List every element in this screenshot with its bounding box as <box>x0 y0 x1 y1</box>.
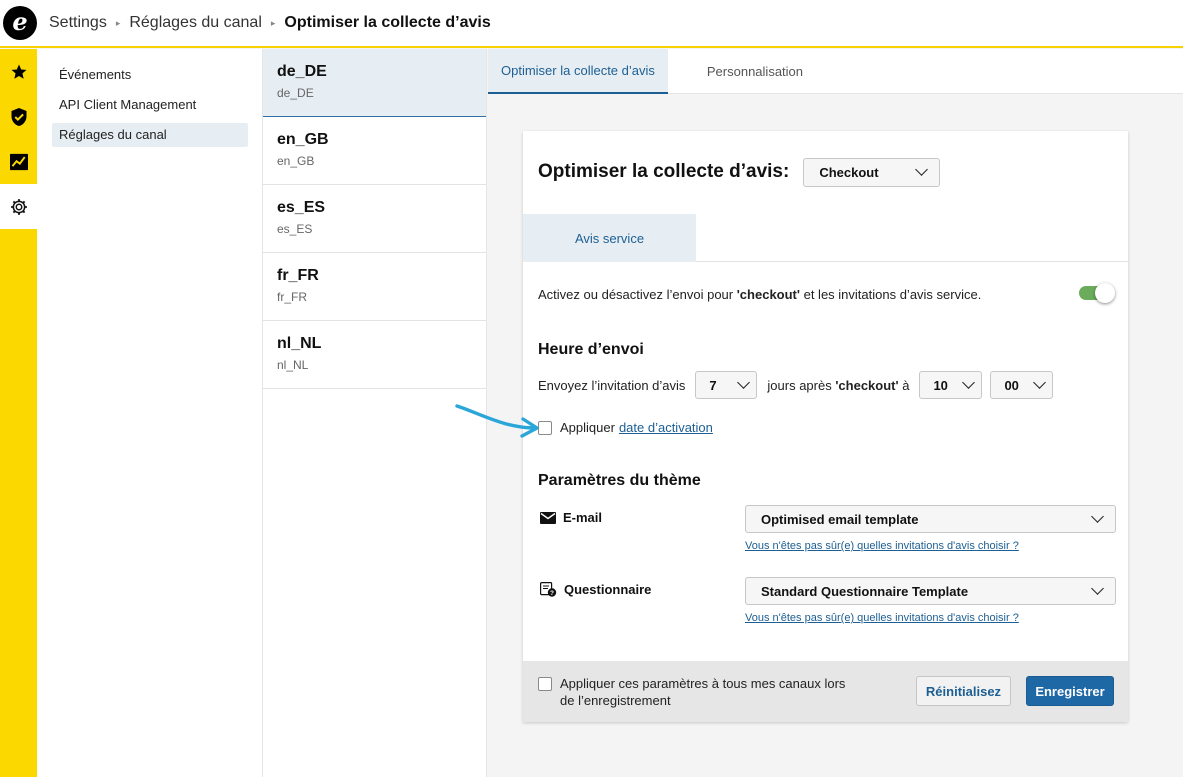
toggle-knob <box>1095 283 1115 303</box>
app-rail <box>0 49 37 777</box>
email-template-value: Optimised email template <box>761 511 919 527</box>
questionnaire-label: Questionnaire <box>564 582 652 597</box>
locale-title: nl_NL <box>277 335 322 352</box>
email-help-link[interactable]: Vous n'êtes pas sûr(e) quelles invitatio… <box>745 540 1019 552</box>
tab-service-reviews[interactable]: Avis service <box>523 214 696 262</box>
locale-title: de_DE <box>277 63 327 80</box>
send-time-title: Heure d’envoi <box>538 341 644 358</box>
rail-item-settings[interactable] <box>0 184 37 229</box>
logo[interactable]: e <box>3 6 37 40</box>
questionnaire-template-select[interactable]: Standard Questionnaire Template <box>745 577 1116 605</box>
channel-select-value: Checkout <box>819 164 879 180</box>
activation-date-link[interactable]: date d’activation <box>619 420 713 435</box>
locale-subtitle: nl_NL <box>277 358 309 372</box>
locale-title: en_GB <box>277 131 329 148</box>
breadcrumb-settings[interactable]: Settings <box>49 14 107 32</box>
apply-all-checkbox[interactable] <box>538 677 552 691</box>
card-title: Optimiser la collecte d’avis: <box>538 161 790 182</box>
channel-select[interactable]: Checkout <box>803 157 941 187</box>
days-select[interactable]: 7 <box>695 371 758 399</box>
svg-text:?: ? <box>550 590 554 597</box>
analytics-icon <box>9 153 28 170</box>
questionnaire-label-row: ? Questionnaire <box>540 582 651 597</box>
locale-item-en-gb[interactable]: en_GB en_GB <box>263 117 486 185</box>
apply-all-row: Appliquer ces paramètres à tous mes cana… <box>538 675 860 709</box>
send-prefix: Envoyez l’invitation d’avis <box>538 377 686 393</box>
rail-item-shield[interactable] <box>0 94 37 139</box>
rail-item-analytics[interactable] <box>0 139 37 184</box>
minute-select-value: 00 <box>1004 377 1019 393</box>
star-icon <box>11 64 26 79</box>
send-middle: jours après 'checkout' à <box>767 377 910 393</box>
minute-select[interactable]: 00 <box>990 371 1054 399</box>
reset-button[interactable]: Réinitialisez <box>916 676 1011 706</box>
locale-title: fr_FR <box>277 267 319 284</box>
locale-item-es-es[interactable]: es_ES es_ES <box>263 185 486 253</box>
tab-personalization[interactable]: Personnalisation <box>694 49 816 94</box>
gear-icon <box>10 198 27 215</box>
toggle-description: Activez ou désactivez l’envoi pour 'chec… <box>538 287 982 302</box>
top-header: e Settings ▸ Réglages du canal ▸ Optimis… <box>0 0 1183 48</box>
send-time-row: Envoyez l’invitation d’avis 7 jours aprè… <box>538 371 1063 399</box>
page-title: Optimiser la collecte d’avis <box>284 14 491 31</box>
locale-subtitle: fr_FR <box>277 290 307 304</box>
theme-settings-title: Paramètres du thème <box>538 472 701 489</box>
service-reviews-toggle[interactable] <box>1079 283 1115 303</box>
chevron-down-icon <box>1091 510 1104 523</box>
questionnaire-icon: ? <box>540 582 557 597</box>
subnav-item-channel-settings[interactable]: Réglages du canal <box>52 123 248 147</box>
card-footer: Appliquer ces paramètres à tous mes cana… <box>523 661 1128 722</box>
locale-item-de-de[interactable]: de_DE de_DE <box>263 49 486 117</box>
annotation-arrow-icon <box>455 404 539 438</box>
apply-all-label: Appliquer ces paramètres à tous mes cana… <box>560 676 846 708</box>
save-button[interactable]: Enregistrer <box>1026 676 1114 706</box>
breadcrumb-separator-icon: ▸ <box>115 17 121 28</box>
settings-card: Optimiser la collecte d’avis: Checkout A… <box>523 131 1128 722</box>
hour-select-value: 10 <box>933 377 948 393</box>
questionnaire-template-value: Standard Questionnaire Template <box>761 583 969 599</box>
subnav-item-api-client[interactable]: API Client Management <box>52 93 248 117</box>
hour-select[interactable]: 10 <box>919 371 983 399</box>
main-content: Optimiser la collecte d’avis Personnalis… <box>488 49 1183 777</box>
breadcrumb-channel-settings[interactable]: Réglages du canal <box>129 14 262 32</box>
locale-item-nl-nl[interactable]: nl_NL nl_NL <box>263 321 486 389</box>
locale-title: es_ES <box>277 199 326 216</box>
days-select-value: 7 <box>709 377 717 393</box>
locale-item-fr-fr[interactable]: fr_FR fr_FR <box>263 253 486 321</box>
chevron-down-icon <box>962 376 976 389</box>
locale-subtitle: en_GB <box>277 154 315 168</box>
breadcrumb-separator-icon: ▸ <box>270 17 276 28</box>
locale-subtitle: de_DE <box>277 86 314 100</box>
chevron-down-icon <box>1033 376 1047 389</box>
inner-tab-bar: Avis service <box>523 214 1128 262</box>
questionnaire-help-link[interactable]: Vous n'êtes pas sûr(e) quelles invitatio… <box>745 612 1019 624</box>
apply-label: Appliquer <box>560 420 615 435</box>
chevron-down-icon <box>915 163 929 176</box>
chevron-down-icon <box>1091 582 1104 595</box>
top-tabs: Optimiser la collecte d’avis Personnalis… <box>488 49 1183 94</box>
shield-check-icon <box>11 107 26 126</box>
email-template-select[interactable]: Optimised email template <box>745 505 1116 533</box>
email-icon <box>540 511 556 524</box>
locale-subtitle: es_ES <box>277 222 313 236</box>
email-label: E-mail <box>563 510 603 525</box>
toggle-row: Activez ou désactivez l’envoi pour 'chec… <box>538 283 1115 303</box>
activation-date-row: Appliquer date d’activation <box>538 420 713 435</box>
chevron-down-icon <box>737 376 751 389</box>
breadcrumb: Settings ▸ Réglages du canal ▸ Optimiser… <box>49 14 491 32</box>
email-label-row: E-mail <box>540 510 602 525</box>
tab-optimize-collection[interactable]: Optimiser la collecte d’avis <box>488 49 668 94</box>
rail-item-star[interactable] <box>0 49 37 94</box>
settings-nav: Événements API Client Management Réglage… <box>37 49 263 777</box>
subnav-item-events[interactable]: Événements <box>52 63 248 87</box>
